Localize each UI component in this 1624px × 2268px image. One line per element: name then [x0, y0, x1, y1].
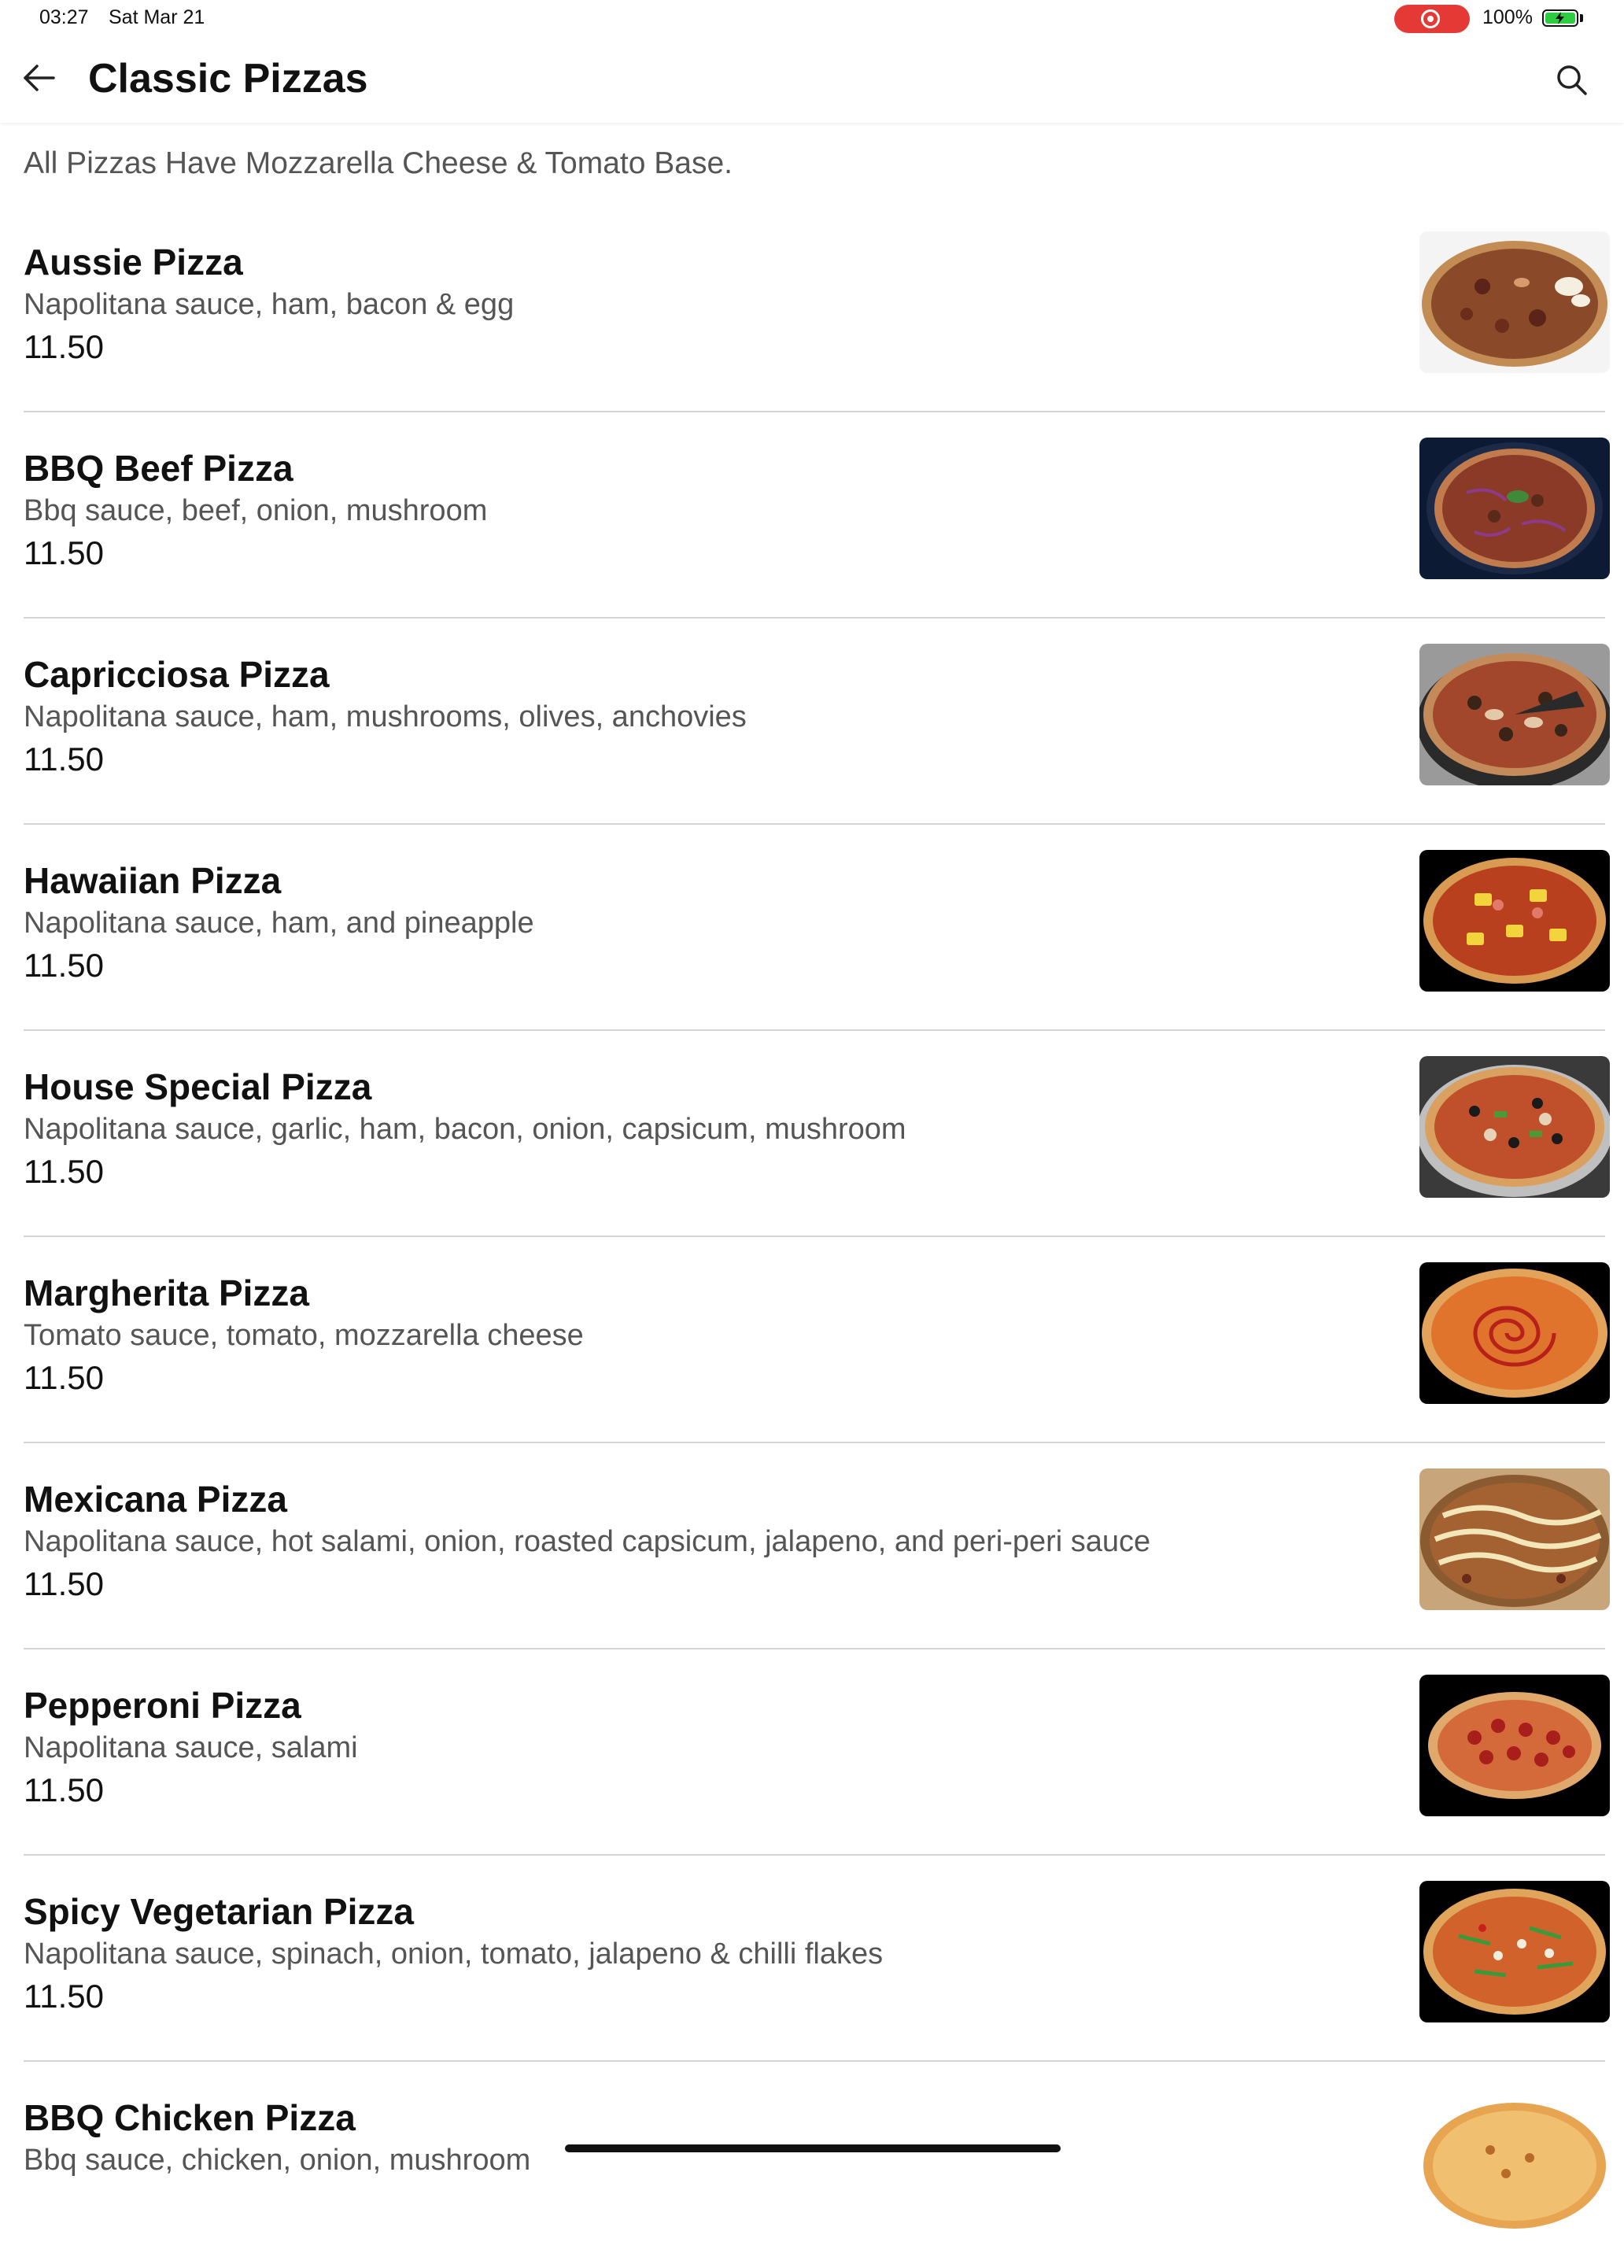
item-description: Napolitana sauce, garlic, ham, bacon, on…	[24, 1113, 906, 1146]
menu-list: Aussie Pizza Napolitana sauce, ham, baco…	[0, 206, 1624, 2268]
item-name: Margherita Pizza	[24, 1273, 309, 1313]
battery-icon	[1542, 9, 1578, 27]
menu-item-margherita-pizza[interactable]: Margherita Pizza Tomato sauce, tomato, m…	[0, 1237, 1624, 1443]
item-description: Napolitana sauce, spinach, onion, tomato…	[24, 1937, 884, 1971]
home-indicator[interactable]	[565, 2144, 1061, 2152]
status-bar: 03:27 Sat Mar 21 100%	[0, 0, 1624, 36]
record-icon	[1421, 9, 1440, 28]
pizza-image[interactable]	[1419, 438, 1610, 579]
item-name: Hawaiian Pizza	[24, 860, 282, 901]
item-description: Napolitana sauce, ham, and pineapple	[24, 907, 534, 940]
menu-item-pepperoni-pizza[interactable]: Pepperoni Pizza Napolitana sauce, salami…	[0, 1649, 1624, 1856]
item-price: 11.50	[24, 1978, 104, 2015]
pizza-image[interactable]	[1419, 1468, 1610, 1610]
status-date: Sat Mar 21	[109, 6, 205, 28]
pizza-image[interactable]	[1419, 1675, 1610, 1816]
item-description: Bbq sauce, chicken, onion, mushroom	[24, 2144, 531, 2177]
pizza-image[interactable]	[1419, 644, 1610, 785]
item-name: Capricciosa Pizza	[24, 654, 330, 695]
pizza-image[interactable]	[1419, 231, 1610, 373]
pizza-image[interactable]	[1419, 1056, 1610, 1198]
item-price: 11.50	[24, 1359, 104, 1396]
menu-item-bbq-chicken-pizza[interactable]: BBQ Chicken Pizza Bbq sauce, chicken, on…	[0, 2062, 1624, 2268]
item-description: Napolitana sauce, hot salami, onion, roa…	[24, 1525, 1151, 1558]
menu-subtitle: All Pizzas Have Mozzarella Cheese & Toma…	[24, 146, 733, 180]
pizza-image[interactable]	[1419, 1262, 1610, 1404]
arrow-left-icon	[24, 65, 55, 91]
back-button[interactable]	[16, 58, 63, 98]
menu-item-aussie-pizza[interactable]: Aussie Pizza Napolitana sauce, ham, baco…	[0, 206, 1624, 412]
item-name: Mexicana Pizza	[24, 1479, 287, 1520]
item-price: 11.50	[24, 328, 104, 365]
page-title: Classic Pizzas	[88, 56, 368, 102]
item-name: Spicy Vegetarian Pizza	[24, 1891, 415, 1932]
item-name: BBQ Beef Pizza	[24, 448, 293, 489]
app-header: Classic Pizzas	[0, 36, 1624, 123]
menu-item-hawaiian-pizza[interactable]: Hawaiian Pizza Napolitana sauce, ham, an…	[0, 825, 1624, 1031]
item-price: 11.50	[24, 1153, 104, 1190]
item-description: Napolitana sauce, ham, bacon & egg	[24, 288, 515, 321]
item-name: Pepperoni Pizza	[24, 1685, 301, 1726]
search-icon	[1557, 65, 1587, 95]
menu-item-capricciosa-pizza[interactable]: Capricciosa Pizza Napolitana sauce, ham,…	[0, 619, 1624, 825]
menu-item-house-special-pizza[interactable]: House Special Pizza Napolitana sauce, ga…	[0, 1031, 1624, 1237]
item-description: Napolitana sauce, ham, mushrooms, olives…	[24, 700, 747, 733]
item-description: Tomato sauce, tomato, mozzarella cheese	[24, 1319, 584, 1352]
item-name: House Special Pizza	[24, 1066, 372, 1107]
menu-item-bbq-beef-pizza[interactable]: BBQ Beef Pizza Bbq sauce, beef, onion, m…	[0, 412, 1624, 619]
battery-tip	[1580, 14, 1583, 22]
search-button[interactable]	[1550, 58, 1594, 102]
menu-item-spicy-vegetarian-pizza[interactable]: Spicy Vegetarian Pizza Napolitana sauce,…	[0, 1856, 1624, 2062]
item-name: Aussie Pizza	[24, 242, 243, 283]
pizza-image[interactable]	[1419, 850, 1610, 992]
item-description: Napolitana sauce, salami	[24, 1731, 358, 1764]
status-time: 03:27	[39, 6, 89, 28]
item-price: 11.50	[24, 1565, 104, 1602]
menu-item-mexicana-pizza[interactable]: Mexicana Pizza Napolitana sauce, hot sal…	[0, 1443, 1624, 1649]
item-name: BBQ Chicken Pizza	[24, 2097, 356, 2138]
item-description: Bbq sauce, beef, onion, mushroom	[24, 494, 488, 527]
pizza-image[interactable]	[1419, 1881, 1610, 2022]
screen-recording-indicator[interactable]	[1394, 5, 1470, 33]
item-price: 11.50	[24, 534, 104, 571]
item-price: 11.50	[24, 947, 104, 984]
item-price: 11.50	[24, 1771, 104, 1808]
item-price: 11.50	[24, 741, 104, 778]
battery-percent: 100%	[1482, 6, 1533, 28]
pizza-image[interactable]	[1419, 2087, 1610, 2229]
